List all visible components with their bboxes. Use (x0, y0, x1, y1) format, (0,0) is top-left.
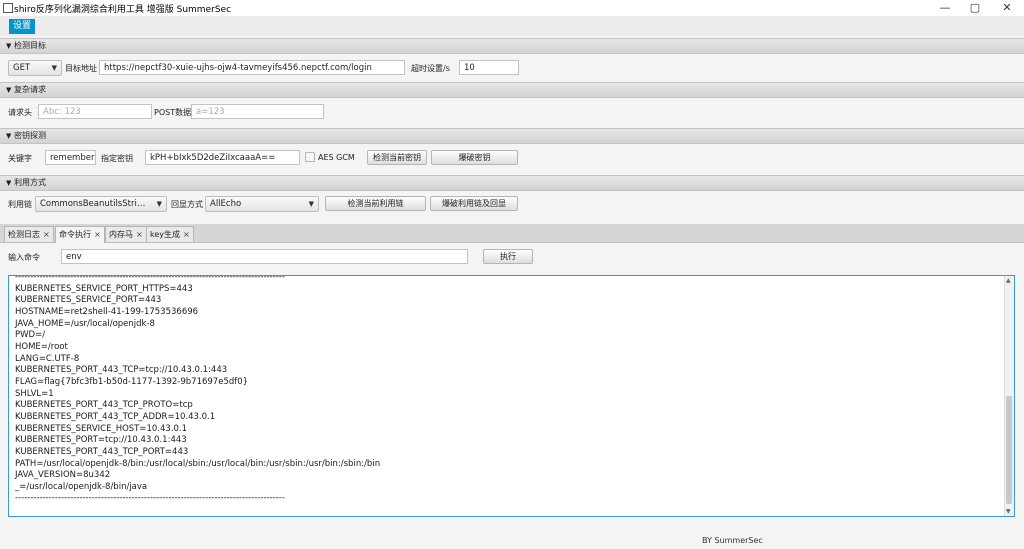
aes-gcm-checkbox[interactable] (305, 152, 315, 162)
brute-key-button[interactable]: 爆破密钥 (431, 150, 518, 165)
section-target-title: 检测目标 (14, 41, 46, 50)
output-line: KUBERNETES_SERVICE_PORT_HTTPS=443 (15, 283, 193, 294)
close-icon[interactable]: × (183, 230, 190, 239)
output-line: KUBERNETES_PORT_443_TCP=tcp://10.43.0.1:… (15, 365, 228, 376)
output-lines: ----------------------------------------… (15, 275, 381, 505)
post-data-label: POST数据 (154, 108, 192, 117)
section-exploit-header[interactable]: ▼ 利用方式 (0, 175, 1024, 191)
output-line: KUBERNETES_SERVICE_PORT=443 (15, 295, 162, 306)
collapse-arrow-icon: ▼ (6, 42, 12, 50)
output-line: KUBERNETES_PORT=tcp://10.43.0.1:443 (15, 435, 187, 446)
timeout-label: 超时设置/s (411, 64, 450, 73)
gadget-chain-value: CommonsBeanutilsStrin... (40, 199, 150, 209)
http-method-select[interactable]: GET ▼ (8, 60, 62, 76)
http-method-value: GET (13, 63, 31, 73)
aes-gcm-label: AES GCM (318, 153, 355, 162)
echo-method-value: AllEcho (210, 199, 242, 209)
output-line: PATH=/usr/local/openjdk-8/bin:/usr/local… (15, 458, 381, 469)
output-line: KUBERNETES_PORT_443_TCP_PROTO=tcp (15, 400, 193, 411)
scroll-up-icon[interactable]: ▲ (1006, 277, 1011, 284)
brute-chain-button[interactable]: 爆破利用链及回显 (430, 196, 518, 211)
command-label: 输入命令 (8, 253, 40, 262)
close-icon[interactable]: × (136, 230, 143, 239)
post-data-input[interactable]: a=123 (191, 104, 324, 119)
echo-method-select[interactable]: AllEcho ▼ (205, 196, 319, 212)
collapse-arrow-icon: ▼ (6, 132, 12, 140)
close-window-button[interactable]: ✕ (992, 0, 1022, 16)
section-key-header[interactable]: ▼ 密钥探测 (0, 128, 1024, 144)
chevron-down-icon: ▼ (156, 200, 162, 208)
section-complex-header[interactable]: ▼ 复杂请求 (0, 82, 1024, 98)
gadget-chain-select[interactable]: CommonsBeanutilsStrin... ▼ (35, 196, 167, 212)
output-line: FLAG=flag{7bfc3fb1-b50d-1177-1392-9b7169… (15, 376, 249, 387)
menu-bar: 设置 (0, 16, 1024, 36)
section-complex-title: 复杂请求 (14, 85, 46, 94)
output-line: KUBERNETES_SERVICE_HOST=10.43.0.1 (15, 423, 188, 434)
output-line: PWD=/ (15, 330, 46, 341)
close-icon[interactable]: × (94, 230, 101, 239)
tab-bar: 检测日志 × 命令执行 × 内存马 × key生成 × (0, 224, 1024, 243)
check-chain-button[interactable]: 检测当前利用链 (325, 196, 426, 211)
command-output-area[interactable]: ----------------------------------------… (8, 275, 1015, 517)
execute-button[interactable]: 执行 (483, 249, 533, 264)
specify-key-label: 指定密钥 (101, 154, 133, 163)
section-key-title: 密钥探测 (14, 131, 46, 140)
tab-label: 检测日志 (8, 230, 40, 239)
tab-label: key生成 (150, 230, 181, 239)
chevron-down-icon: ▼ (308, 200, 314, 208)
keyword-input[interactable]: rememberl (45, 150, 96, 165)
section-target-header[interactable]: ▼ 检测目标 (0, 38, 1024, 54)
section-exploit-title: 利用方式 (14, 178, 46, 187)
output-line: LANG=C.UTF-8 (15, 353, 80, 364)
settings-menu[interactable]: 设置 (9, 19, 36, 34)
keyword-label: 关键字 (8, 154, 32, 163)
tab-detect-log[interactable]: 检测日志 × (4, 226, 54, 242)
app-icon (3, 3, 13, 13)
request-header-label: 请求头 (8, 108, 32, 117)
tab-memory-shell[interactable]: 内存马 × (105, 226, 147, 242)
tab-command-exec[interactable]: 命令执行 × (55, 226, 105, 243)
output-line: HOSTNAME=ret2shell-41-199-1753536696 (15, 306, 199, 317)
output-line: ----------------------------------------… (15, 493, 285, 504)
footer-credit: BY SummerSec (702, 536, 763, 545)
specify-key-input[interactable]: kPH+bIxk5D2deZiIxcaaaA== (145, 150, 300, 165)
window-title: shiro反序列化漏洞综合利用工具 增强版 SummerSec (14, 5, 232, 15)
close-icon[interactable]: × (43, 230, 50, 239)
tab-label: 命令执行 (59, 230, 91, 239)
collapse-arrow-icon: ▼ (6, 179, 12, 187)
echo-method-label: 回显方式 (171, 200, 203, 209)
scrollbar-thumb[interactable] (1006, 396, 1012, 504)
request-header-input[interactable]: Abc: 123 (38, 104, 152, 119)
check-key-button[interactable]: 检测当前密钥 (367, 150, 427, 165)
output-line: SHLVL=1 (15, 388, 54, 399)
minimize-button[interactable]: — (930, 0, 960, 16)
output-scrollbar[interactable]: ▲ ▼ (1004, 276, 1014, 516)
maximize-button[interactable]: ▢ (960, 0, 990, 16)
output-line: HOME=/root (15, 341, 68, 352)
collapse-arrow-icon: ▼ (6, 86, 12, 94)
output-line: JAVA_VERSION=8u342 (15, 470, 111, 481)
timeout-input[interactable]: 10 (459, 60, 519, 75)
target-url-label: 目标地址 (65, 64, 97, 73)
tab-key-generate[interactable]: key生成 × (146, 226, 194, 242)
tab-label: 内存马 (109, 230, 133, 239)
output-line: JAVA_HOME=/usr/local/openjdk-8 (15, 318, 155, 329)
title-bar: shiro反序列化漏洞综合利用工具 增强版 SummerSec — ▢ ✕ (0, 0, 1024, 16)
output-line: _=/usr/local/openjdk-8/bin/java (15, 481, 148, 492)
output-line: KUBERNETES_PORT_443_TCP_PORT=443 (15, 446, 189, 457)
chevron-down-icon: ▼ (51, 64, 57, 72)
output-line: ----------------------------------------… (15, 275, 285, 282)
command-input[interactable]: env (61, 249, 468, 264)
gadget-chain-label: 利用链 (8, 200, 32, 209)
scroll-down-icon[interactable]: ▼ (1006, 508, 1011, 515)
output-line: KUBERNETES_PORT_443_TCP_ADDR=10.43.0.1 (15, 411, 216, 422)
target-url-input[interactable]: https://nepctf30-xuie-ujhs-ojw4-tavmeyif… (99, 60, 405, 75)
